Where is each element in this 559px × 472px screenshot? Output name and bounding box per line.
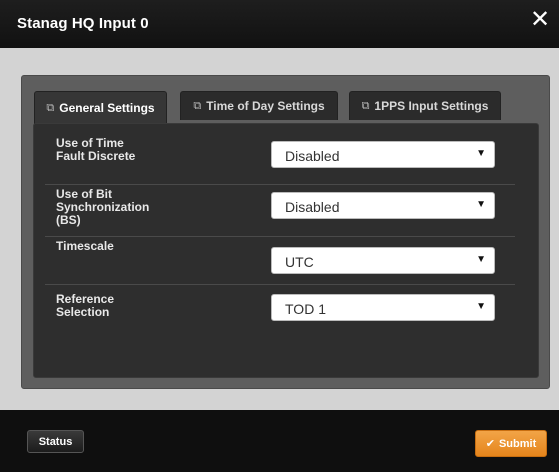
- setting-row-time-fault-discrete: Use of Time Fault Discrete Disabled ▼: [45, 134, 515, 185]
- select-value: Disabled: [285, 199, 340, 215]
- bit-synchronization-select[interactable]: Disabled ▼: [271, 192, 495, 219]
- setting-label: Use of Time Fault Discrete: [56, 136, 136, 163]
- reference-selection-select[interactable]: TOD 1 ▼: [271, 294, 495, 321]
- chevron-down-icon: ▼: [476, 199, 486, 210]
- time-fault-discrete-select[interactable]: Disabled ▼: [271, 141, 495, 168]
- setting-row-reference-selection: Reference Selection TOD 1 ▼: [45, 285, 515, 333]
- tab-icon: ⧉: [361, 99, 370, 112]
- submit-button[interactable]: ✔ Submit: [475, 430, 547, 457]
- setting-label: Timescale: [56, 239, 114, 253]
- select-value: UTC: [285, 254, 314, 270]
- tab-label: Time of Day Settings: [206, 99, 325, 113]
- title-bar: Stanag HQ Input 0 ✕: [0, 0, 559, 48]
- tab-1pps-input-settings[interactable]: ⧉ 1PPS Input Settings: [349, 91, 501, 120]
- check-icon: ✔: [485, 438, 495, 450]
- tab-icon: ⧉: [46, 101, 55, 114]
- status-button[interactable]: Status: [27, 430, 84, 453]
- dialog-title: Stanag HQ Input 0: [17, 15, 149, 32]
- tab-icon: ⧉: [193, 99, 202, 112]
- setting-row-timescale: Timescale UTC ▼: [45, 237, 515, 285]
- chevron-down-icon: ▼: [476, 254, 486, 265]
- tab-time-of-day-settings[interactable]: ⧉ Time of Day Settings: [180, 91, 338, 120]
- select-value: Disabled: [285, 148, 340, 164]
- setting-label: Use of Bit Synchronization (BS): [56, 187, 150, 227]
- timescale-select[interactable]: UTC ▼: [271, 247, 495, 274]
- setting-label: Reference Selection: [56, 292, 115, 319]
- dialog-window: Stanag HQ Input 0 ✕ ⧉ General Settings ⧉…: [0, 0, 559, 472]
- tab-panel: ⧉ General Settings ⧉ Time of Day Setting…: [21, 75, 550, 389]
- tab-label: 1PPS Input Settings: [374, 99, 489, 113]
- tab-general-settings[interactable]: ⧉ General Settings: [34, 91, 167, 124]
- submit-label: Submit: [498, 437, 537, 450]
- chevron-down-icon: ▼: [476, 148, 486, 159]
- dialog-footer: Status ✔ Submit: [0, 410, 559, 472]
- chevron-down-icon: ▼: [476, 301, 486, 312]
- dialog-content: ⧉ General Settings ⧉ Time of Day Setting…: [0, 48, 559, 410]
- close-icon[interactable]: ✕: [529, 7, 551, 33]
- setting-row-bit-synchronization: Use of Bit Synchronization (BS) Disabled…: [45, 185, 515, 237]
- settings-list: Use of Time Fault Discrete Disabled ▼ Us…: [45, 134, 515, 333]
- tab-label: General Settings: [59, 101, 155, 115]
- select-value: TOD 1: [285, 301, 326, 317]
- general-settings-form: Use of Time Fault Discrete Disabled ▼ Us…: [33, 123, 539, 378]
